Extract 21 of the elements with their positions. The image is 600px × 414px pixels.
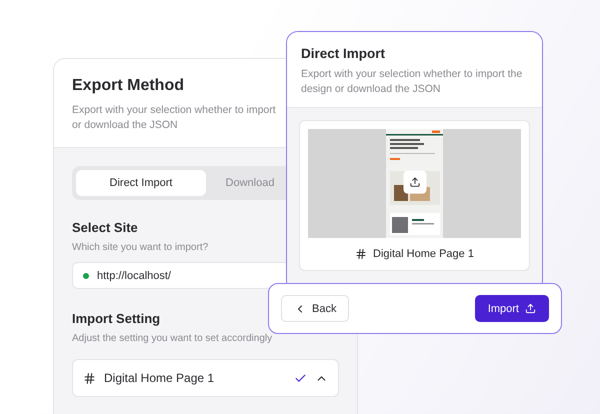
status-dot [83,272,89,278]
upload-icon [409,176,420,188]
import-button[interactable]: Import [474,295,549,322]
upload-button[interactable] [403,170,426,194]
export-tab[interactable]: Direct Import [76,170,206,196]
section-hint: Adjust the setting you want to set accordingly [72,333,272,344]
card-description: Export with your selection whether to import or download the JSON [72,103,277,133]
page-select[interactable]: Digital Home Page 1 [72,359,339,397]
preview-caption: Digital Home Page 1 [373,248,474,260]
site-url: http://localhost/ [97,270,171,282]
card-title: Export Method [72,77,184,95]
dialog-description: Export with your selection whether to import the design or download the JSON [301,67,524,97]
section-title: Import Setting [72,311,160,326]
hash-icon [355,248,368,260]
section-title: Select Site [72,220,138,235]
hash-icon [83,372,96,384]
upload-icon [525,303,536,314]
dialog-title: Direct Import [301,46,386,61]
back-button[interactable]: Back [281,295,350,322]
page-name: Digital Home Page 1 [104,371,216,385]
section-hint: Which site you want to import? [72,242,208,253]
